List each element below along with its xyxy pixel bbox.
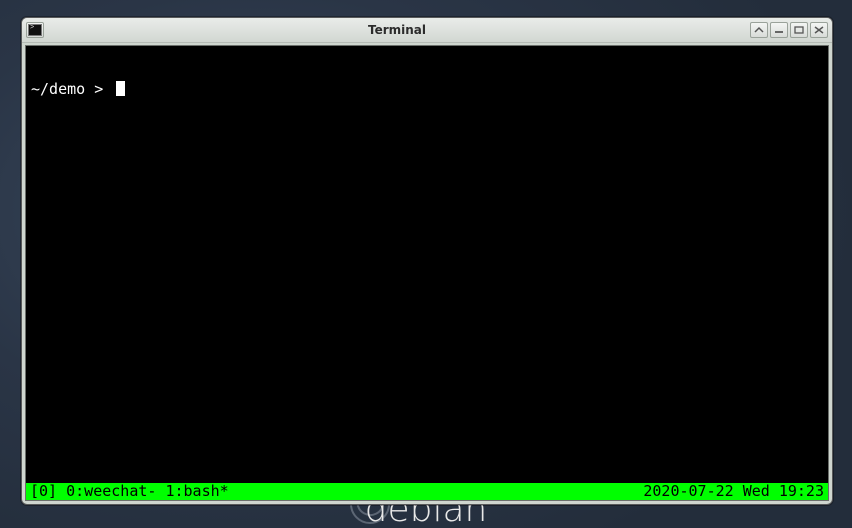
window-title: Terminal [44, 23, 750, 37]
cursor [116, 81, 125, 96]
terminal-body[interactable]: ~/demo > [31, 47, 828, 483]
terminal-window: Terminal ~/demo > [21, 17, 833, 505]
tmux-status-left: [0] 0:weechat- 1:bash* [30, 483, 229, 500]
maximize-button[interactable] [790, 22, 808, 38]
rollup-button[interactable] [750, 22, 768, 38]
tmux-statusbar: [0] 0:weechat- 1:bash* 2020-07-22 Wed 19… [26, 483, 828, 500]
shell-prompt: ~/demo > [31, 81, 112, 98]
terminal-app-icon[interactable] [26, 22, 44, 38]
minimize-button[interactable] [770, 22, 788, 38]
terminal-viewport[interactable]: ~/demo > [0] 0:weechat- 1:bash* 2020-07-… [25, 45, 829, 501]
tmux-status-right: 2020-07-22 Wed 19:23 [643, 483, 824, 500]
window-titlebar[interactable]: Terminal [22, 18, 832, 43]
desktop-background: debian Terminal [0, 0, 852, 528]
close-button[interactable] [810, 22, 828, 38]
